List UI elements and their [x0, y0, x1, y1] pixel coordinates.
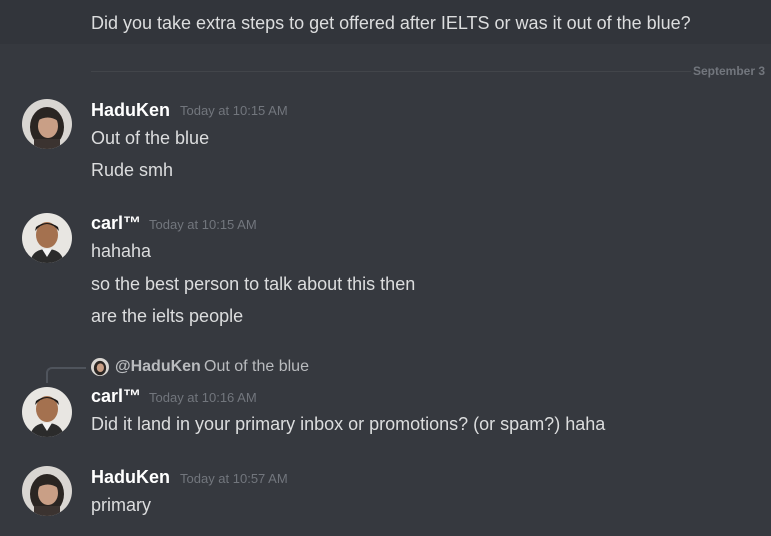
chat-messages-area: Did you take extra steps to get offered …	[0, 0, 771, 536]
message-text: Out of the blue	[91, 128, 210, 148]
previous-message: Did you take extra steps to get offered …	[0, 0, 771, 44]
message-text: so the best person to talk about this th…	[91, 274, 416, 294]
reply-preview-text[interactable]: Out of the blue	[204, 358, 309, 376]
message-text: Rude smh	[91, 160, 174, 180]
reply-mention[interactable]: @HaduKen	[115, 358, 201, 376]
date-divider-line	[91, 71, 691, 72]
user-avatar-haduken[interactable]	[22, 466, 72, 516]
username[interactable]: carl™	[91, 386, 141, 407]
user-avatar-haduken[interactable]	[22, 99, 72, 149]
user-avatar-carl[interactable]	[22, 387, 72, 437]
message-timestamp: Today at 10:15 AM	[149, 217, 257, 232]
username[interactable]: carl™	[91, 213, 141, 234]
message-timestamp: Today at 10:16 AM	[149, 390, 257, 405]
reply-avatar-haduken[interactable]	[91, 358, 109, 376]
message-timestamp: Today at 10:15 AM	[180, 103, 288, 118]
message-text: Did you take extra steps to get offered …	[91, 13, 691, 33]
username[interactable]: HaduKen	[91, 100, 170, 121]
message-text: Did it land in your primary inbox or pro…	[91, 414, 606, 434]
message-timestamp: Today at 10:57 AM	[180, 471, 288, 486]
username[interactable]: HaduKen	[91, 467, 170, 488]
reply-spine	[46, 367, 86, 383]
message-text: hahaha	[91, 241, 152, 261]
date-divider-label: September 3	[693, 64, 766, 78]
message-text: primary	[91, 495, 152, 515]
message-text: are the ielts people	[91, 306, 244, 326]
user-avatar-carl[interactable]	[22, 213, 72, 263]
